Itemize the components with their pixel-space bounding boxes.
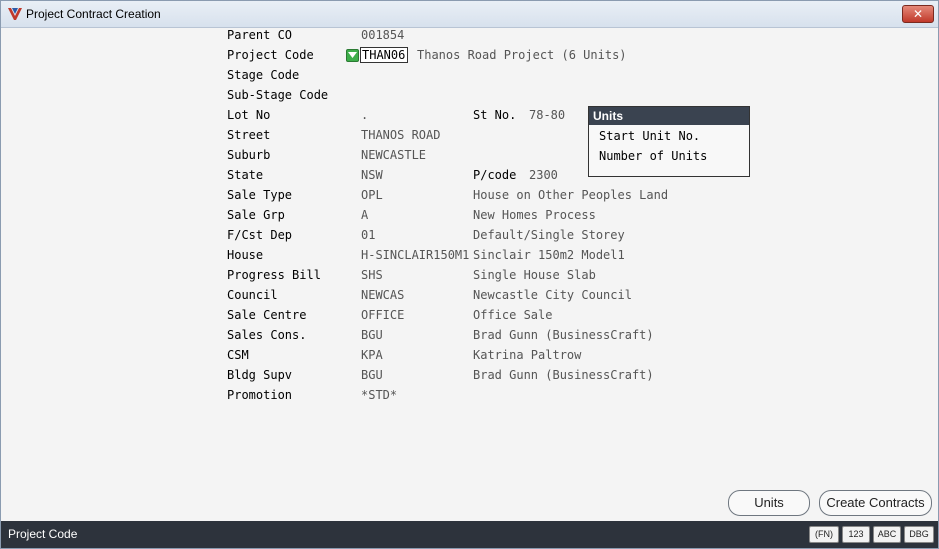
progress-bill-description: Single House Slab — [473, 268, 596, 282]
form-area: Parent CO 001854 Project Code THAN06 Tha… — [1, 28, 938, 519]
fn-mode-badge[interactable]: (FN) — [809, 526, 839, 543]
sale-type-description: House on Other Peoples Land — [473, 188, 669, 202]
numeric-mode-badge[interactable]: 123 — [842, 526, 870, 543]
start-unit-no-field[interactable]: Start Unit No. — [599, 129, 700, 143]
lot-no-label: Lot No — [227, 108, 271, 122]
sub-stage-code-label: Sub-Stage Code — [227, 88, 329, 102]
status-bar: Project Code (FN) 123 ABC DBG — [1, 521, 938, 548]
st-no-label: St No. — [473, 108, 517, 122]
sale-centre-label: Sale Centre — [227, 308, 307, 322]
pcode-value: 2300 — [529, 168, 558, 182]
progress-bill-label: Progress Bill — [227, 268, 321, 282]
council-label: Council — [227, 288, 278, 302]
sales-cons-value: BGU — [361, 328, 383, 342]
st-no-value: 78-80 — [529, 108, 566, 122]
suburb-label: Suburb — [227, 148, 271, 162]
parent-co-value: 001854 — [361, 28, 405, 42]
title-bar: Project Contract Creation ✕ — [1, 1, 938, 28]
stage-code-label: Stage Code — [227, 68, 300, 82]
create-contracts-button[interactable]: Create Contracts — [819, 490, 932, 516]
bldg-supv-label: Bldg Supv — [227, 368, 293, 382]
street-value: THANOS ROAD — [361, 128, 441, 142]
sale-type-value: OPL — [361, 188, 383, 202]
lot-no-value: . — [361, 108, 369, 122]
lookup-dropdown-icon[interactable] — [346, 49, 359, 62]
sale-type-label: Sale Type — [227, 188, 293, 202]
state-label: State — [227, 168, 264, 182]
project-code-description: Thanos Road Project (6 Units) — [417, 48, 627, 62]
house-description: Sinclair 150m2 Model1 — [473, 248, 625, 262]
debug-mode-badge[interactable]: DBG — [904, 526, 934, 543]
alpha-mode-badge[interactable]: ABC — [873, 526, 901, 543]
project-code-input[interactable]: THAN06 — [360, 47, 408, 63]
sale-grp-value: A — [361, 208, 369, 222]
units-panel: Units Start Unit No. Number of Units — [588, 106, 750, 177]
close-icon: ✕ — [912, 7, 924, 21]
suburb-value: NEWCASTLE — [361, 148, 427, 162]
sale-grp-description: New Homes Process — [473, 208, 596, 222]
council-description: Newcastle City Council — [473, 288, 632, 302]
house-value: H-SINCLAIR150M1 — [361, 248, 470, 262]
bldg-supv-value: BGU — [361, 368, 383, 382]
sales-cons-label: Sales Cons. — [227, 328, 307, 342]
sales-cons-description: Brad Gunn (BusinessCraft) — [473, 328, 654, 342]
close-button[interactable]: ✕ — [902, 5, 934, 23]
council-value: NEWCAS — [361, 288, 405, 302]
parent-co-label: Parent CO — [227, 28, 293, 42]
sale-grp-label: Sale Grp — [227, 208, 285, 222]
csm-value: KPA — [361, 348, 383, 362]
project-code-label: Project Code — [227, 48, 314, 62]
csm-label: CSM — [227, 348, 249, 362]
fcst-dep-description: Default/Single Storey — [473, 228, 625, 242]
csm-description: Katrina Paltrow — [473, 348, 582, 362]
sale-centre-description: Office Sale — [473, 308, 553, 322]
bldg-supv-description: Brad Gunn (BusinessCraft) — [473, 368, 654, 382]
sale-centre-value: OFFICE — [361, 308, 405, 322]
window-title: Project Contract Creation — [26, 7, 161, 21]
street-label: Street — [227, 128, 271, 142]
window: Project Contract Creation ✕ Parent CO 00… — [0, 0, 939, 549]
pcode-label: P/code — [473, 168, 517, 182]
promotion-value: *STD* — [361, 388, 398, 402]
units-button[interactable]: Units — [728, 490, 810, 516]
promotion-label: Promotion — [227, 388, 293, 402]
units-panel-title: Units — [589, 107, 749, 125]
status-text: Project Code — [8, 527, 78, 541]
fcst-dep-value: 01 — [361, 228, 376, 242]
fcst-dep-label: F/Cst Dep — [227, 228, 293, 242]
app-logo-icon — [8, 8, 22, 20]
state-value: NSW — [361, 168, 383, 182]
number-of-units-field[interactable]: Number of Units — [599, 149, 707, 163]
progress-bill-value: SHS — [361, 268, 383, 282]
house-label: House — [227, 248, 264, 262]
